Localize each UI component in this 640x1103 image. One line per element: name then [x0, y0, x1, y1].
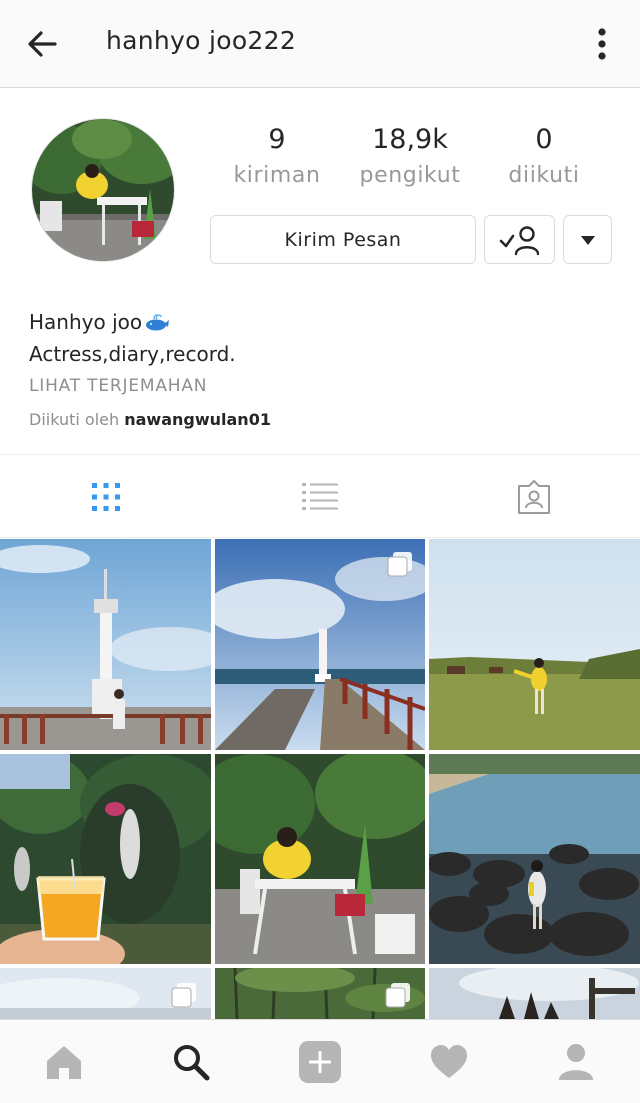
multiple-photos-icon — [387, 552, 412, 577]
nav-search[interactable] — [169, 1040, 213, 1084]
stat-posts[interactable]: 9 kiriman — [207, 124, 347, 188]
tab-tagged[interactable] — [512, 475, 556, 519]
search-icon — [174, 1045, 210, 1081]
profile-view-tabs — [0, 454, 640, 538]
grid-photo-7[interactable] — [0, 968, 211, 1019]
heart-icon — [431, 1045, 467, 1078]
vertical-dots-icon — [598, 28, 606, 60]
stat-following[interactable]: 0 diikuti — [474, 124, 614, 188]
tab-grid[interactable] — [84, 475, 128, 519]
grid-photo-2[interactable] — [215, 539, 425, 750]
add-icon — [299, 1041, 341, 1083]
see-translation-link[interactable]: LIHAT TERJEMAHAN — [29, 376, 619, 396]
photo-grid — [0, 539, 640, 1019]
list-icon — [302, 483, 338, 510]
grid-photo-5[interactable] — [215, 754, 425, 964]
profile-stats: 9 kiriman 18,9k pengikut 0 diikuti — [228, 124, 618, 204]
multiple-photos-icon — [385, 983, 410, 1008]
home-icon — [47, 1046, 81, 1079]
bio-name-row: Hanhyo joo — [29, 310, 619, 334]
multiple-photos-icon — [171, 983, 196, 1008]
profile-username: hanhyo joo222 — [106, 26, 297, 55]
bio-full-name: Hanhyo joo — [29, 310, 143, 334]
stat-followers-label: pengikut — [359, 163, 461, 188]
grid-photo-8[interactable] — [215, 968, 425, 1019]
grid-photo-1[interactable] — [0, 539, 211, 750]
followed-by-user-link[interactable]: nawangwulan01 — [124, 410, 271, 429]
user-check-icon — [499, 225, 539, 255]
nav-profile[interactable] — [554, 1040, 598, 1084]
bottom-navigation — [0, 1019, 640, 1103]
profile-icon — [559, 1044, 593, 1080]
more-options-button[interactable] — [590, 24, 614, 64]
suggestions-dropdown-button[interactable] — [563, 215, 612, 264]
tagged-photo-icon — [518, 480, 550, 514]
top-bar: hanhyo joo222 — [0, 0, 640, 88]
nav-home[interactable] — [42, 1040, 86, 1084]
grid-photo-3[interactable] — [429, 539, 640, 750]
stat-following-value: 0 — [535, 124, 553, 155]
grid-photo-4[interactable] — [0, 754, 211, 964]
tab-list[interactable] — [298, 475, 342, 519]
following-button[interactable] — [484, 215, 555, 264]
stat-followers[interactable]: 18,9k pengikut — [340, 124, 480, 188]
caret-down-icon — [580, 235, 595, 245]
send-message-button[interactable]: Kirim Pesan — [210, 215, 476, 264]
whale-icon — [146, 314, 170, 331]
profile-avatar[interactable] — [31, 118, 175, 262]
back-button[interactable] — [22, 24, 62, 64]
arrow-left-icon — [28, 31, 57, 57]
nav-add-post[interactable] — [298, 1040, 342, 1084]
stat-posts-label: kiriman — [233, 163, 321, 188]
nav-activity[interactable] — [427, 1040, 471, 1084]
grid-icon — [92, 483, 120, 511]
profile-bio: Hanhyo joo Actress,diary,record. LIHAT T… — [29, 310, 619, 429]
stat-posts-value: 9 — [268, 124, 286, 155]
grid-photo-9[interactable] — [429, 968, 640, 1019]
stat-following-label: diikuti — [508, 163, 580, 188]
followed-by-line: Diikuti oleh nawangwulan01 — [29, 410, 619, 429]
followed-by-prefix: Diikuti oleh — [29, 410, 125, 429]
stat-followers-value: 18,9k — [372, 124, 448, 155]
bio-description: Actress,diary,record. — [29, 342, 236, 366]
grid-photo-6[interactable] — [429, 754, 640, 964]
